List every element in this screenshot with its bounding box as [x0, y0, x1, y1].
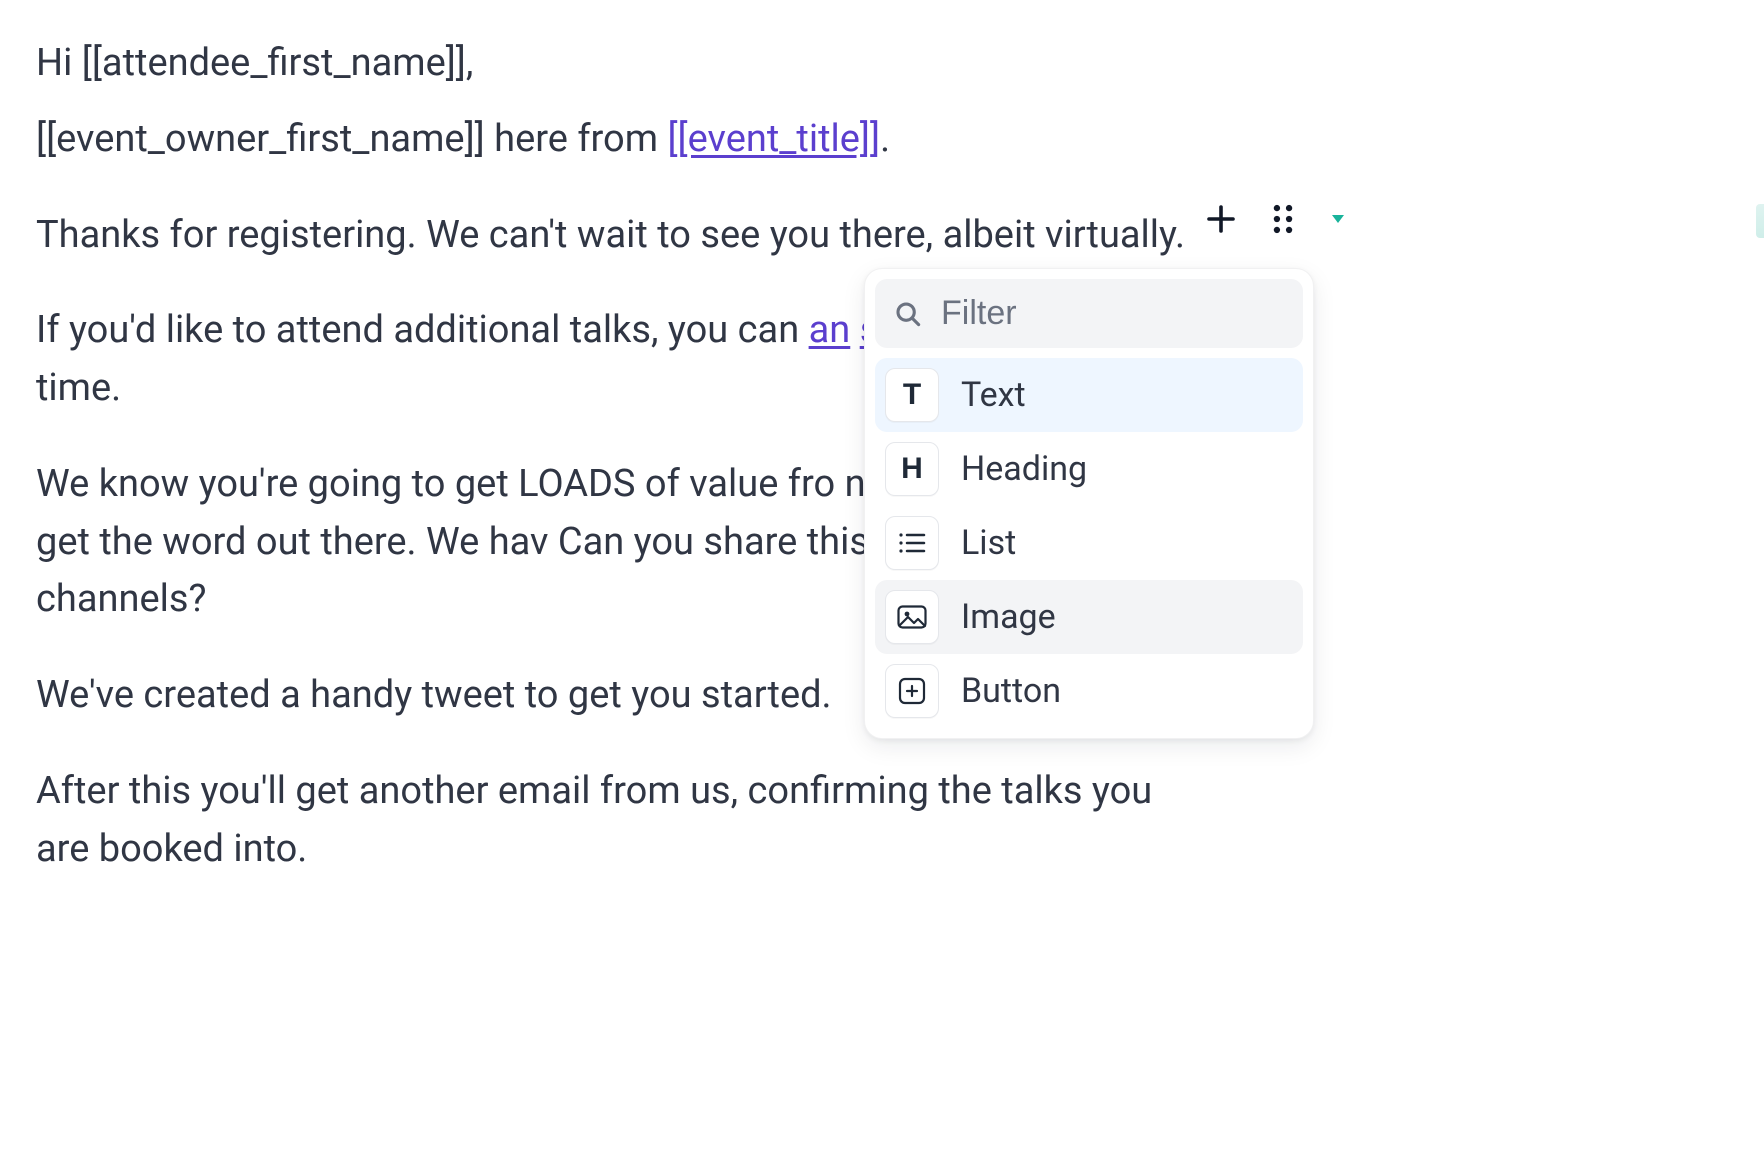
after-line[interactable]: After this you'll get another email from…: [36, 763, 1186, 879]
menu-item-label: List: [961, 523, 1016, 563]
menu-item-text[interactable]: T Text: [875, 358, 1303, 432]
menu-item-button[interactable]: Button: [875, 654, 1303, 728]
intro-prefix: [[event_owner_first_name]] here from: [36, 117, 667, 161]
menu-item-label: Text: [961, 375, 1026, 415]
heading-icon: H: [885, 442, 939, 496]
intro-line[interactable]: [[event_owner_first_name]] here from [[e…: [36, 111, 1186, 169]
filter-input[interactable]: [939, 293, 1285, 334]
image-icon: [885, 590, 939, 644]
menu-item-image[interactable]: Image: [875, 580, 1303, 654]
menu-item-label: Image: [961, 597, 1056, 637]
thanks-line[interactable]: Thanks for registering. We can't wait to…: [36, 207, 1186, 265]
menu-item-heading[interactable]: H Heading: [875, 432, 1303, 506]
intro-suffix: .: [880, 117, 890, 161]
additional-prefix: If you'd like to attend additional talks…: [36, 308, 809, 352]
text-icon: T: [885, 368, 939, 422]
block-actions: [1199, 197, 1349, 241]
event-title-link[interactable]: [[event_title]]: [667, 117, 880, 161]
menu-item-list[interactable]: List: [875, 506, 1303, 580]
greeting-line[interactable]: Hi [[attendee_first_name]],: [36, 35, 1186, 93]
button-icon: [885, 664, 939, 718]
search-icon: [893, 299, 923, 329]
list-icon: [885, 516, 939, 570]
add-block-button[interactable]: [1199, 197, 1243, 241]
drag-handle[interactable]: [1261, 197, 1305, 241]
additional-link-part-1[interactable]: an: [809, 308, 851, 352]
insert-block-menu: T Text H Heading List: [864, 268, 1314, 739]
side-marker: [1756, 204, 1764, 238]
caret-down-icon: [1332, 215, 1344, 223]
drag-handle-icon: [1269, 202, 1297, 236]
plus-icon: [1203, 201, 1239, 237]
block-more-caret[interactable]: [1327, 197, 1349, 241]
menu-item-label: Button: [961, 671, 1061, 711]
editor-canvas: Hi [[attendee_first_name]], [[event_owne…: [0, 0, 1764, 1174]
filter-field[interactable]: [875, 279, 1303, 348]
menu-item-label: Heading: [961, 449, 1087, 489]
